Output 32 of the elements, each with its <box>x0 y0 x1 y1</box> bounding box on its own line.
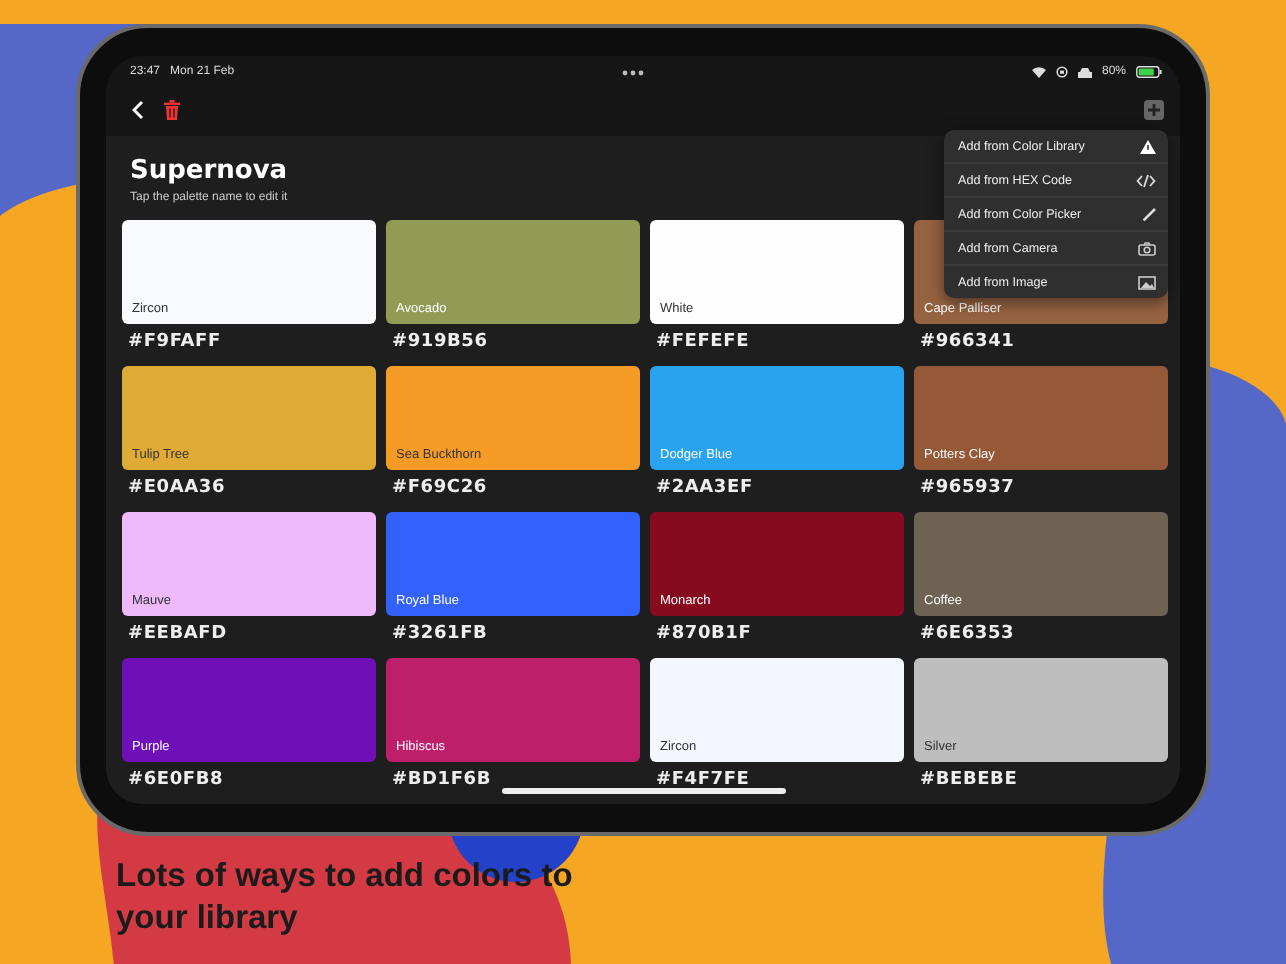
hex-code: #F69C26 <box>390 476 489 502</box>
battery-charging-icon <box>1136 66 1162 78</box>
palette-title[interactable]: Supernova <box>122 156 288 188</box>
hex-code: #F9FAFF <box>126 330 223 356</box>
hex-code: #6E6353 <box>918 622 1017 648</box>
camera-icon <box>1138 241 1156 255</box>
hex-code: #BD1F6B <box>390 768 494 794</box>
hex-code: #966341 <box>918 330 1017 356</box>
more-dots-icon <box>622 69 645 75</box>
hex-code: #F4F7FE <box>654 768 752 794</box>
warning-triangle-icon <box>1140 139 1156 153</box>
hex-code: #870B1F <box>654 622 754 648</box>
caption: Lots of ways to add colors to your library <box>116 856 575 940</box>
hex-code: #6E0FB8 <box>126 768 226 794</box>
image-icon <box>1138 275 1156 289</box>
hex-code: #919B56 <box>390 330 490 356</box>
hex-code: #BEBEBE <box>918 768 1020 794</box>
code-icon <box>1136 173 1156 187</box>
car-icon <box>1077 67 1092 77</box>
hex-code: #2AA3EF <box>654 476 755 502</box>
wifi-icon <box>1031 66 1046 78</box>
hex-code: #EEBAFD <box>126 622 229 648</box>
plus-icon <box>1148 104 1160 116</box>
hex-code: #E0AA36 <box>126 476 228 502</box>
add-button[interactable] <box>1144 100 1164 120</box>
eyedropper-icon <box>1142 207 1156 221</box>
lock-rotation-icon <box>1055 66 1068 78</box>
back-chevron-icon[interactable] <box>132 100 144 120</box>
hex-code: #FEFEFE <box>654 330 752 356</box>
trash-icon[interactable] <box>164 100 180 120</box>
hex-code: #965937 <box>918 476 1017 502</box>
hex-code: #3261FB <box>390 622 490 648</box>
